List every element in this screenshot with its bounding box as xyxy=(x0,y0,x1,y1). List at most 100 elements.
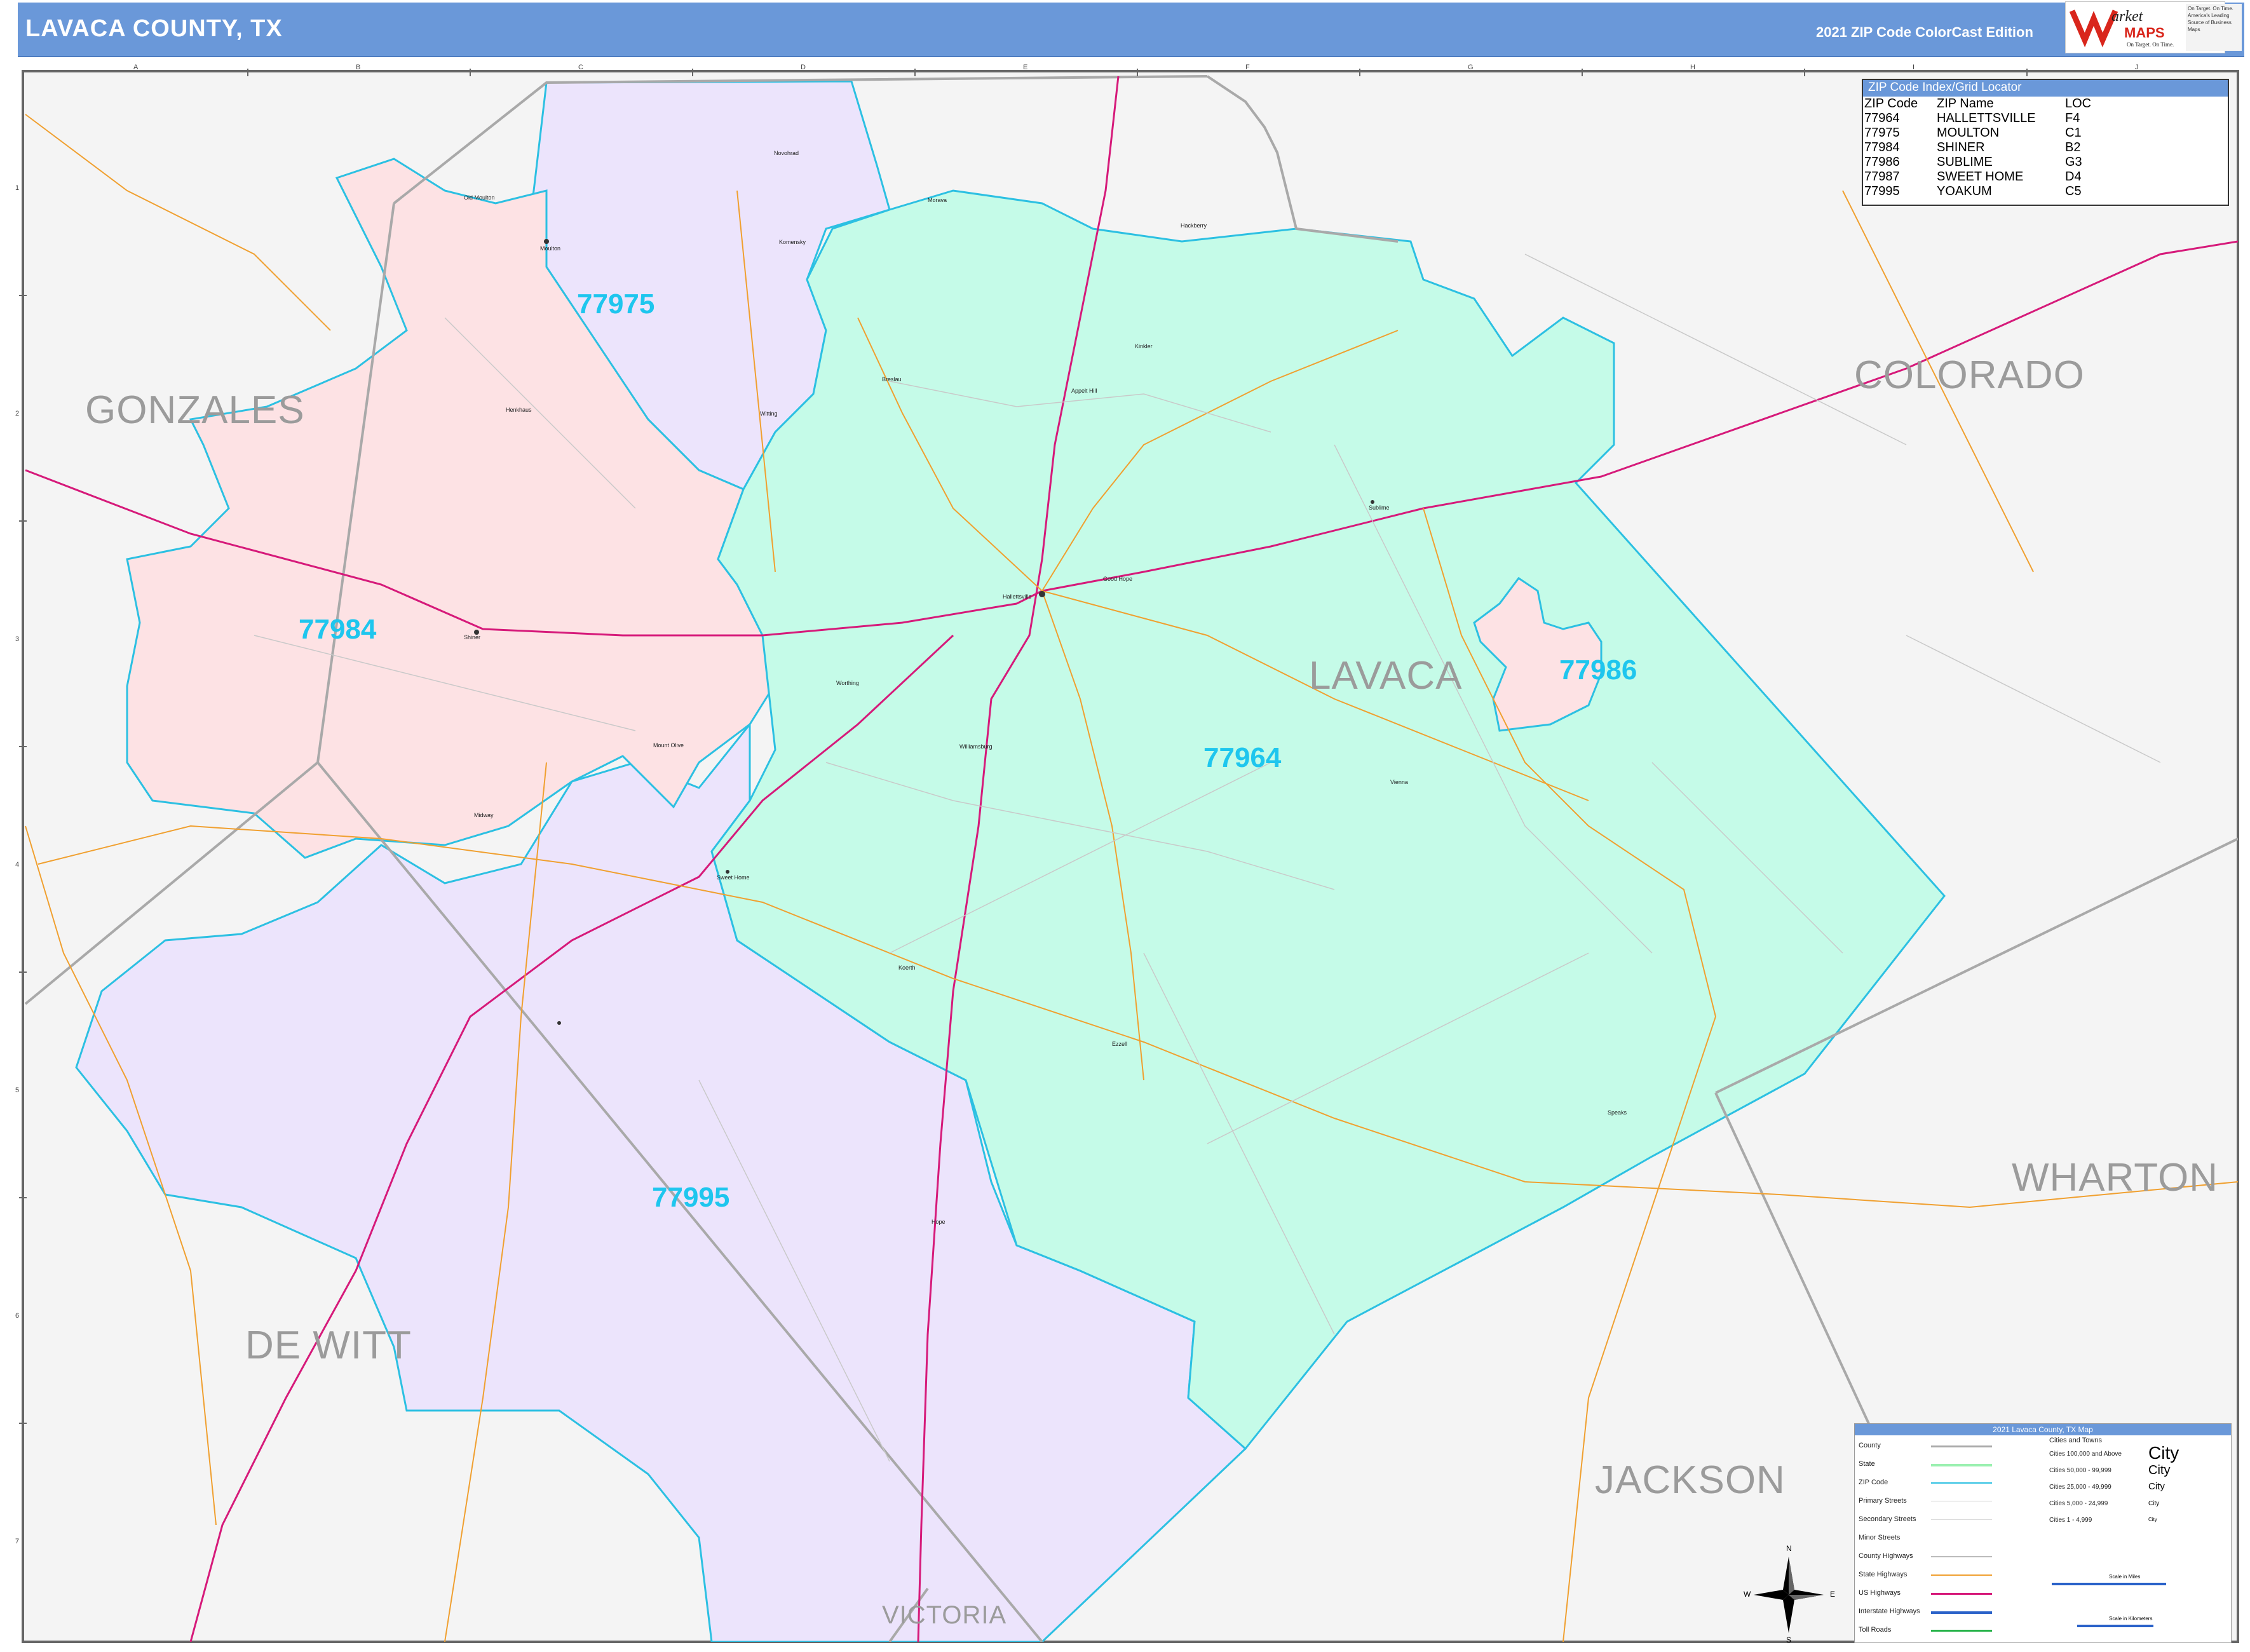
grid-letter-g: G xyxy=(1468,64,1474,71)
grid-number-2: 2 xyxy=(15,410,20,417)
table-row: 77986 SUBLIME G3 xyxy=(1864,155,2095,170)
zip-index-title: ZIP Code Index/Grid Locator xyxy=(1863,80,2228,97)
legend-city-sample: City xyxy=(2148,1517,2157,1522)
town-label: Sweet Home xyxy=(717,874,750,881)
legend-line-secondary xyxy=(1931,1519,1992,1520)
legend-item-us-highways: US Highways xyxy=(1859,1589,1901,1597)
table-row: 77964 HALLETTSVILLE F4 xyxy=(1864,111,2095,126)
grid-letter-b: B xyxy=(356,64,361,71)
legend-item-toll-roads: Toll Roads xyxy=(1859,1626,1892,1634)
zip-index-header: ZIP Name xyxy=(1937,97,1994,111)
county-label-victoria: VICTORIA xyxy=(882,1601,1007,1629)
grid-number-4: 4 xyxy=(15,861,20,869)
legend-item-county-highways: County Highways xyxy=(1859,1552,1913,1560)
town-label: Henkhaus xyxy=(506,407,532,413)
grid-number-5: 5 xyxy=(15,1087,20,1094)
town-label: Hallettsville xyxy=(1003,593,1032,600)
grid-letter-a: A xyxy=(133,64,139,71)
table-row: 77987 SWEET HOME D4 xyxy=(1864,170,2095,184)
zip-loc-cell: F4 xyxy=(2065,111,2080,125)
zip-cell: 77987 xyxy=(1864,170,1900,184)
legend-item-state-highways: State Highways xyxy=(1859,1571,1908,1578)
town-label: Worthing xyxy=(836,680,859,686)
town-label: Koerth xyxy=(898,965,916,971)
grid-letter-j: J xyxy=(2135,64,2139,71)
grid-letter-f: F xyxy=(1245,64,1250,71)
legend-item-minor-streets: Minor Streets xyxy=(1859,1534,1901,1541)
map-legend: 2021 Lavaca County, TX Map County State … xyxy=(1854,1423,2232,1643)
zip-name-cell: SWEET HOME xyxy=(1937,170,2024,184)
legend-cities-heading: Cities and Towns xyxy=(2049,1437,2102,1444)
compass-s-label: S xyxy=(1786,1635,1792,1644)
zip-name-cell: HALLETTSVILLE xyxy=(1937,111,2036,125)
grid-letter-e: E xyxy=(1023,64,1028,71)
scale-bar-km xyxy=(2077,1625,2153,1627)
legend-item-secondary-streets: Secondary Streets xyxy=(1859,1515,1916,1523)
legend-item-interstate-highways: Interstate Highways xyxy=(1859,1608,1920,1615)
legend-city-sample: City xyxy=(2148,1481,2165,1492)
county-label-colorado: COLORADO xyxy=(1854,353,2085,397)
town-label: Shiner xyxy=(464,634,481,640)
legend-scale-miles: Scale in Miles xyxy=(2109,1574,2141,1580)
grid-number-1: 1 xyxy=(15,184,20,192)
zip-index-table: ZIP Code ZIP Name LOC 77964 HALLETTSVILL… xyxy=(1864,97,2095,199)
legend-title: 2021 Lavaca County, TX Map xyxy=(1855,1424,2231,1435)
grid-number-7: 7 xyxy=(15,1538,20,1545)
legend-city-sample: City xyxy=(2148,1463,2171,1477)
town-label: Mount Olive xyxy=(653,742,684,748)
zip-index-header: ZIP Code xyxy=(1864,97,1918,111)
table-row: 77995 YOAKUM C5 xyxy=(1864,184,2095,199)
county-label-gonzales: GONZALES xyxy=(85,388,305,432)
town-label: Komensky xyxy=(779,239,806,245)
legend-city-class: Cities 25,000 - 49,999 xyxy=(2049,1484,2111,1491)
zip-label-77995: 77995 xyxy=(652,1182,730,1213)
legend-city-class: Cities 100,000 and Above xyxy=(2049,1451,2122,1458)
town-label: Midway xyxy=(474,812,494,818)
legend-line-interstate xyxy=(1931,1611,1992,1614)
town-label: Vienna xyxy=(1390,779,1408,785)
town-label: Old Moulton xyxy=(464,194,495,201)
zip-cell: 77986 xyxy=(1864,155,1900,169)
grid-number-3: 3 xyxy=(15,635,20,643)
zip-loc-cell: B2 xyxy=(2065,140,2081,154)
zip-cell: 77984 xyxy=(1864,140,1900,154)
legend-line-zip xyxy=(1931,1482,1992,1484)
zip-code-index: ZIP Code Index/Grid Locator ZIP Code ZIP… xyxy=(1862,79,2229,206)
legend-line-state-highways xyxy=(1931,1574,1992,1576)
compass-n-label: N xyxy=(1786,1544,1792,1553)
town-label: Novohrad xyxy=(774,150,799,156)
compass-e-label: E xyxy=(1830,1590,1836,1599)
legend-item-primary-streets: Primary Streets xyxy=(1859,1497,1907,1505)
legend-city-class: Cities 50,000 - 99,999 xyxy=(2049,1467,2111,1474)
zip-label-77984: 77984 xyxy=(299,614,377,645)
town-label: Good Hope xyxy=(1103,576,1133,582)
legend-city-sample: City xyxy=(2148,1443,2179,1463)
town-label: Witting xyxy=(760,410,778,417)
legend-line-us-highways xyxy=(1931,1593,1992,1595)
compass-rose-icon xyxy=(1754,1557,1824,1633)
county-label-de-witt: DE WITT xyxy=(245,1324,412,1367)
zip-label-77975: 77975 xyxy=(577,288,655,320)
town-label: Hackberry xyxy=(1181,222,1207,229)
zip-name-cell: SUBLIME xyxy=(1937,155,1993,169)
table-row: 77975 MOULTON C1 xyxy=(1864,126,2095,140)
grid-number-6: 6 xyxy=(15,1312,20,1320)
town-label: Ezzell xyxy=(1112,1041,1128,1047)
scale-bar-miles xyxy=(2052,1583,2166,1585)
grid-letter-d: D xyxy=(801,64,806,71)
zip-loc-cell: C1 xyxy=(2065,126,2082,140)
legend-city-class: Cities 5,000 - 24,999 xyxy=(2049,1500,2108,1507)
county-label-jackson: JACKSON xyxy=(1595,1458,1786,1502)
map-canvas xyxy=(19,69,2239,1643)
county-label-lavaca: LAVACA xyxy=(1309,654,1463,698)
zip-loc-cell: G3 xyxy=(2065,155,2082,169)
legend-item-state: State xyxy=(1859,1460,1875,1468)
zip-cell: 77975 xyxy=(1864,126,1900,140)
legend-line-state xyxy=(1931,1464,1992,1466)
zip-name-cell: MOULTON xyxy=(1937,126,2000,140)
compass-w-label: W xyxy=(1744,1590,1751,1599)
zip-label-77986: 77986 xyxy=(1559,654,1637,686)
zip-label-77964: 77964 xyxy=(1203,742,1282,773)
zip-name-cell: SHINER xyxy=(1937,140,1985,154)
zip-cell: 77964 xyxy=(1864,111,1900,125)
